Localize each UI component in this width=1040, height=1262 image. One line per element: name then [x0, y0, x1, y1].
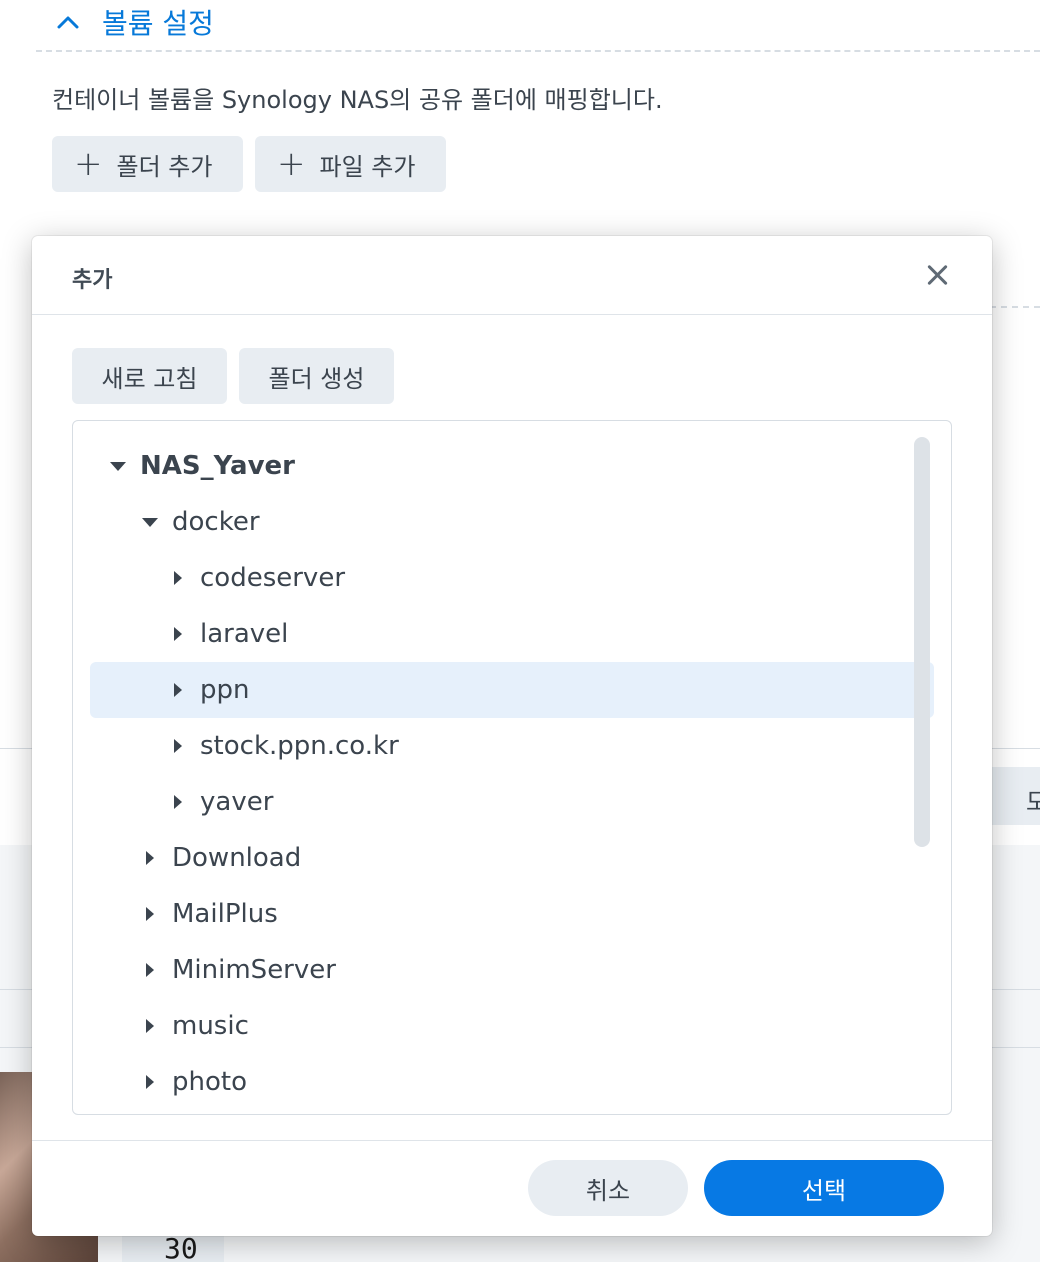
- caret-right-icon[interactable]: [140, 1072, 160, 1092]
- refresh-button[interactable]: 새로 고침: [72, 348, 227, 404]
- tree-item-label: stock.ppn.co.kr: [200, 731, 399, 761]
- tree-item[interactable]: laravel: [90, 606, 934, 662]
- add-dialog: 추가 새로 고침 폴더 생성 NAS_Yaverdocker codeserver…: [32, 236, 992, 1236]
- dialog-header: 추가: [32, 236, 992, 315]
- divider: [36, 50, 1040, 52]
- plus-icon: +: [277, 144, 306, 184]
- tree-item[interactable]: stock.ppn.co.kr: [90, 718, 934, 774]
- create-folder-button[interactable]: 폴더 생성: [239, 348, 394, 404]
- number-value: 30: [164, 1232, 198, 1262]
- add-file-button[interactable]: + 파일 추가: [255, 136, 446, 192]
- caret-right-icon[interactable]: [168, 624, 188, 644]
- add-file-label: 파일 추가: [319, 152, 416, 181]
- divider: [990, 306, 1040, 308]
- tree-item-label: codeserver: [200, 563, 346, 593]
- tree-item[interactable]: music: [90, 998, 934, 1054]
- caret-right-icon[interactable]: [140, 960, 160, 980]
- tree-item-label: MailPlus: [172, 899, 278, 929]
- tree-item-label: docker: [172, 507, 260, 537]
- select-button[interactable]: 선택: [704, 1160, 944, 1216]
- chevron-up-icon: [52, 6, 84, 38]
- folder-tree[interactable]: NAS_Yaverdocker codeserver laravel ppn stock…: [72, 420, 952, 1115]
- tree-item[interactable]: MinimServer: [90, 942, 934, 998]
- dialog-title: 추가: [72, 268, 113, 293]
- caret-right-icon[interactable]: [140, 1016, 160, 1036]
- background-button-label: 모: [1026, 788, 1040, 816]
- tree-item-label: NAS_Yaver: [140, 451, 295, 481]
- caret-down-icon[interactable]: [140, 512, 160, 532]
- dialog-footer: [32, 1140, 992, 1141]
- caret-right-icon[interactable]: [140, 904, 160, 924]
- tree-item[interactable]: docker: [90, 494, 934, 550]
- caret-right-icon[interactable]: [140, 848, 160, 868]
- tree-item-label: photo: [172, 1067, 247, 1097]
- tree-item-label: laravel: [200, 619, 289, 649]
- tree-item-label: MinimServer: [172, 955, 336, 985]
- caret-right-icon[interactable]: [168, 792, 188, 812]
- volume-settings-header[interactable]: 볼륨 설정: [52, 2, 214, 42]
- tree-item[interactable]: photo: [90, 1054, 934, 1110]
- close-icon[interactable]: [922, 260, 952, 290]
- volume-description: 컨테이너 볼륨을 Synology NAS의 공유 폴더에 매핑합니다.: [52, 86, 663, 114]
- tree-item[interactable]: NAS_Yaver: [90, 438, 934, 494]
- tree-item[interactable]: codeserver: [90, 550, 934, 606]
- add-folder-label: 폴더 추가: [116, 152, 213, 181]
- cancel-button[interactable]: 취소: [528, 1160, 688, 1216]
- plus-icon: +: [74, 144, 103, 184]
- caret-right-icon[interactable]: [168, 736, 188, 756]
- tree-item-label: Download: [172, 843, 302, 873]
- tree-item-label: yaver: [200, 787, 274, 817]
- section-title: 볼륨 설정: [102, 7, 214, 40]
- tree-item[interactable]: MailPlus: [90, 886, 934, 942]
- scrollbar[interactable]: [914, 437, 930, 847]
- tree-item-label: ppn: [200, 675, 250, 705]
- tree-item[interactable]: yaver: [90, 774, 934, 830]
- tree-item-label: music: [172, 1011, 249, 1041]
- caret-down-icon[interactable]: [108, 456, 128, 476]
- tree-item[interactable]: ppn: [90, 662, 934, 718]
- caret-right-icon[interactable]: [168, 680, 188, 700]
- tree-item[interactable]: Download: [90, 830, 934, 886]
- add-folder-button[interactable]: + 폴더 추가: [52, 136, 243, 192]
- caret-right-icon[interactable]: [168, 568, 188, 588]
